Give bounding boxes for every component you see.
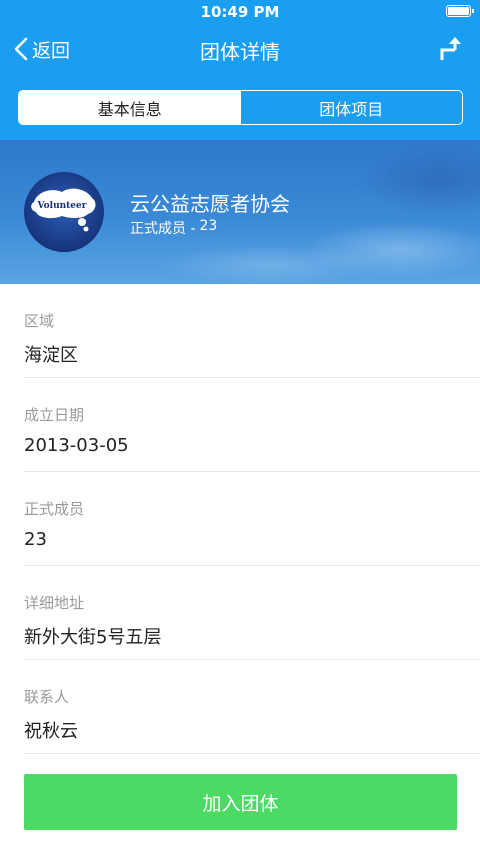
nav-bar: 返回 团体详情: [0, 24, 480, 74]
member-label: 正式成员 -: [130, 221, 196, 237]
battery-icon: [446, 5, 474, 17]
team-member-summary: 正式成员 - 23: [130, 218, 217, 238]
field-value: 海淀区: [24, 345, 78, 366]
share-arrow-icon: [440, 37, 461, 60]
field-value: 新外大街5号五层: [24, 627, 162, 648]
avatar-logo-text: Volunteer: [36, 201, 86, 211]
field-label: 详细地址: [24, 594, 85, 612]
field-value: 23: [24, 529, 47, 550]
team-name: 云公益志愿者协会: [130, 192, 290, 216]
tab-team-projects[interactable]: 团体项目: [241, 91, 463, 124]
share-button[interactable]: [438, 36, 462, 62]
status-bar: 10:49 PM: [0, 0, 480, 24]
segmented-control: 基本信息 团体项目: [18, 90, 463, 125]
team-info-list: 区域 海淀区 成立日期 2013-03-05 正式成员 23 详细地址 新外大街…: [0, 284, 480, 754]
join-team-button[interactable]: 加入团体: [24, 774, 457, 830]
tab-basic-info[interactable]: 基本信息: [19, 91, 241, 124]
field-value: 祝秋云: [24, 721, 78, 742]
page-title: 团体详情: [200, 40, 280, 64]
field-founded-date: 成立日期 2013-03-05: [24, 378, 480, 472]
field-value: 2013-03-05: [24, 435, 129, 456]
status-time: 10:49 PM: [200, 3, 280, 21]
field-members: 正式成员 23: [24, 472, 480, 566]
team-banner: Volunteer 云公益志愿者协会 正式成员 - 23: [0, 140, 480, 284]
member-count: 23: [199, 218, 218, 234]
field-label: 区域: [24, 312, 55, 330]
field-contact: 联系人 祝秋云: [24, 660, 480, 754]
field-address: 详细地址 新外大街5号五层: [24, 566, 480, 660]
field-label: 正式成员: [24, 500, 85, 518]
field-region: 区域 海淀区: [24, 284, 480, 378]
team-avatar: Volunteer: [24, 172, 104, 252]
field-label: 联系人: [24, 688, 70, 706]
field-label: 成立日期: [24, 406, 85, 424]
header: 10:49 PM 返回 团体详情 基本信息 团体项目: [0, 0, 480, 140]
